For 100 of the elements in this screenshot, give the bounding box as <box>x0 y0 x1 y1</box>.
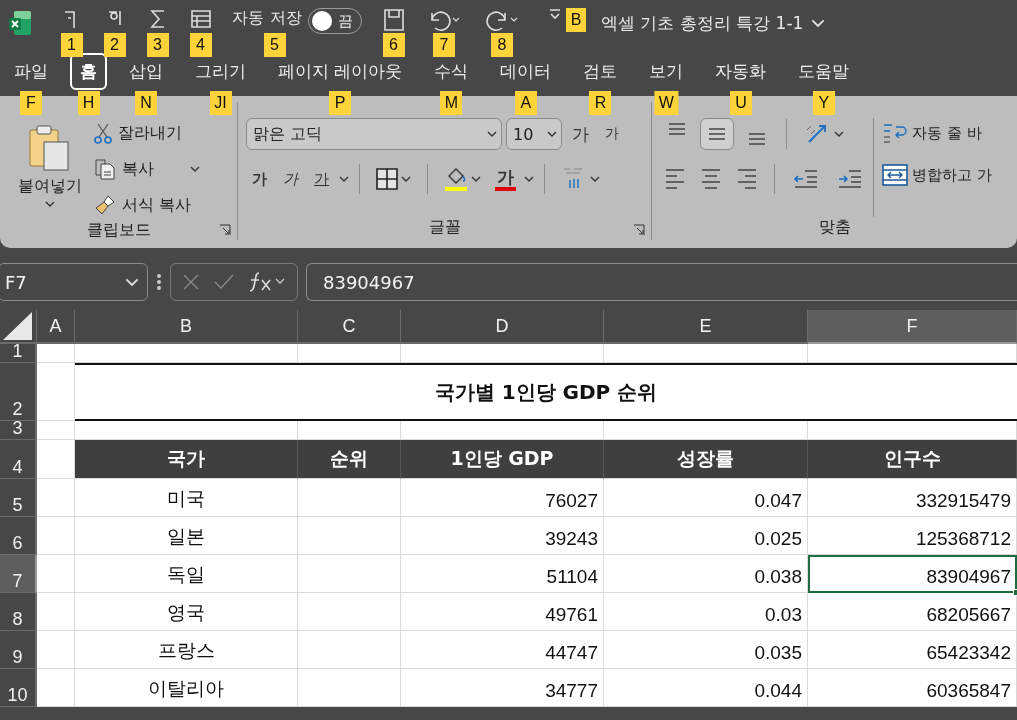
font-color-button[interactable]: 가 <box>495 167 516 191</box>
keytip: P <box>329 90 352 115</box>
column-header[interactable]: B <box>75 310 298 344</box>
chevron-down-icon <box>45 201 55 207</box>
font-size-field[interactable]: 10 <box>506 118 562 150</box>
form-icon <box>189 8 212 30</box>
ribbon-tab[interactable]: 검토 <box>573 52 628 90</box>
ribbon-tab[interactable]: 도움말 <box>788 52 860 90</box>
table-cell: 독일 <box>75 555 298 593</box>
redo-icon[interactable] <box>485 8 519 32</box>
row-header[interactable]: 5 <box>0 479 37 517</box>
select-all-icon[interactable] <box>3 312 33 340</box>
align-middle-icon <box>709 128 725 140</box>
table-cell: 프랑스 <box>75 631 298 669</box>
ribbon-tab[interactable]: 파일 <box>4 52 58 90</box>
copy-button[interactable]: 복사 <box>92 154 202 184</box>
chevron-down-icon <box>524 176 534 182</box>
paste-button[interactable]: 붙여넣기 <box>8 118 92 220</box>
paintbrush-icon <box>94 194 116 216</box>
row-header[interactable]: 8 <box>0 593 37 631</box>
borders-icon <box>376 168 398 190</box>
decrease-font-size-button[interactable]: 가 <box>599 123 625 145</box>
keytip: M <box>440 90 463 115</box>
table-cell: 39243 <box>401 517 604 555</box>
row-header[interactable]: 1 <box>0 344 37 363</box>
table-cell: 0.044 <box>604 669 808 707</box>
italic-button[interactable]: 가 <box>277 167 304 191</box>
keytip: F <box>20 90 42 115</box>
excel-logo-icon[interactable] <box>8 10 32 36</box>
group-label: 맞춤 <box>818 217 851 238</box>
dialog-launcher-icon[interactable] <box>219 224 231 236</box>
empty-cell <box>37 363 75 421</box>
table-cell: 0.035 <box>604 631 808 669</box>
column-heading: 국가 <box>75 440 298 479</box>
keytip: 4 <box>189 33 212 57</box>
column-header[interactable]: F <box>808 310 1017 344</box>
keytip: 6 <box>382 33 405 57</box>
indent-icon <box>837 168 863 190</box>
column-heading: 성장률 <box>604 440 808 479</box>
align-bottom-icon <box>749 133 765 145</box>
chevron-down-icon <box>487 131 497 137</box>
clipboard-icon <box>28 124 72 172</box>
ribbon-tab[interactable]: 보기 <box>639 52 694 90</box>
row-header[interactable]: 2 <box>0 363 37 421</box>
save-icon[interactable] <box>382 8 405 32</box>
bold-button[interactable]: 가 <box>246 167 273 191</box>
align-center-icon <box>702 169 720 189</box>
dialog-launcher-icon[interactable] <box>633 224 645 236</box>
merge-center-button[interactable]: 병합하고 가 <box>880 160 994 190</box>
cancel-icon[interactable] <box>181 272 201 292</box>
wrap-text-button[interactable]: 자동 줄 바 <box>880 118 994 148</box>
table-cell: 34777 <box>401 669 604 707</box>
keytip: R <box>589 90 612 115</box>
increase-font-size-button[interactable]: 가 <box>566 120 595 148</box>
table-cell: 이탈리아 <box>75 669 298 707</box>
column-header[interactable]: D <box>401 310 604 344</box>
document-title[interactable]: 엑셀 기초 총정리 특강 1-1 <box>601 11 804 35</box>
keytip: 7 <box>433 33 455 57</box>
table-cell: 125368712 <box>808 517 1017 555</box>
keytip: A <box>514 90 537 115</box>
chevron-down-icon <box>190 166 200 172</box>
row-header[interactable]: 9 <box>0 631 37 669</box>
ribbon-tab[interactable]: 홈 <box>70 52 107 90</box>
chevron-down-icon <box>590 176 600 182</box>
table-cell: 65423342 <box>808 631 1017 669</box>
paint-bucket-icon <box>444 166 468 192</box>
format-painter-button[interactable]: 서식 복사 <box>92 190 202 220</box>
insert-function-icon[interactable] <box>247 271 287 293</box>
row-header[interactable]: 7 <box>0 555 37 593</box>
column-heading: 1인당 GDP <box>401 440 604 479</box>
more-options-icon[interactable] <box>156 273 162 291</box>
align-top-icon <box>669 123 685 135</box>
table-cell: 83904967 <box>808 555 1017 593</box>
chevron-down-icon <box>125 277 139 287</box>
row-header[interactable]: 4 <box>0 440 37 479</box>
column-heading: 순위 <box>298 440 401 479</box>
column-header[interactable]: E <box>604 310 808 344</box>
row-header[interactable]: 10 <box>0 669 37 707</box>
table-cell: 일본 <box>75 517 298 555</box>
table-cell: 51104 <box>401 555 604 593</box>
group-label: 클립보드 <box>86 220 151 241</box>
formula-field[interactable]: 83904967 <box>306 263 1017 301</box>
underline-button[interactable]: 가 <box>308 167 335 191</box>
table-cell: 미국 <box>75 479 298 517</box>
merge-cells-icon <box>882 163 908 187</box>
column-header[interactable]: A <box>37 310 75 344</box>
font-name-field[interactable]: 맑은 고딕 <box>246 118 502 150</box>
row-header[interactable]: 3 <box>0 421 37 440</box>
autosave-label: 자동 저장 <box>232 8 302 29</box>
ribbon-tab[interactable]: 자동화 <box>705 52 777 90</box>
table-cell: 49761 <box>401 593 604 631</box>
keytip: 3 <box>146 33 169 57</box>
align-middle-button[interactable] <box>700 118 734 150</box>
column-header[interactable]: C <box>298 310 401 344</box>
cut-button[interactable]: 잘라내기 <box>92 118 202 148</box>
customize-icon[interactable] <box>547 8 562 20</box>
keytip: W <box>654 90 678 115</box>
table-cell: 76027 <box>401 479 604 517</box>
row-header[interactable]: 6 <box>0 517 37 555</box>
table-cell: 332915479 <box>808 479 1017 517</box>
